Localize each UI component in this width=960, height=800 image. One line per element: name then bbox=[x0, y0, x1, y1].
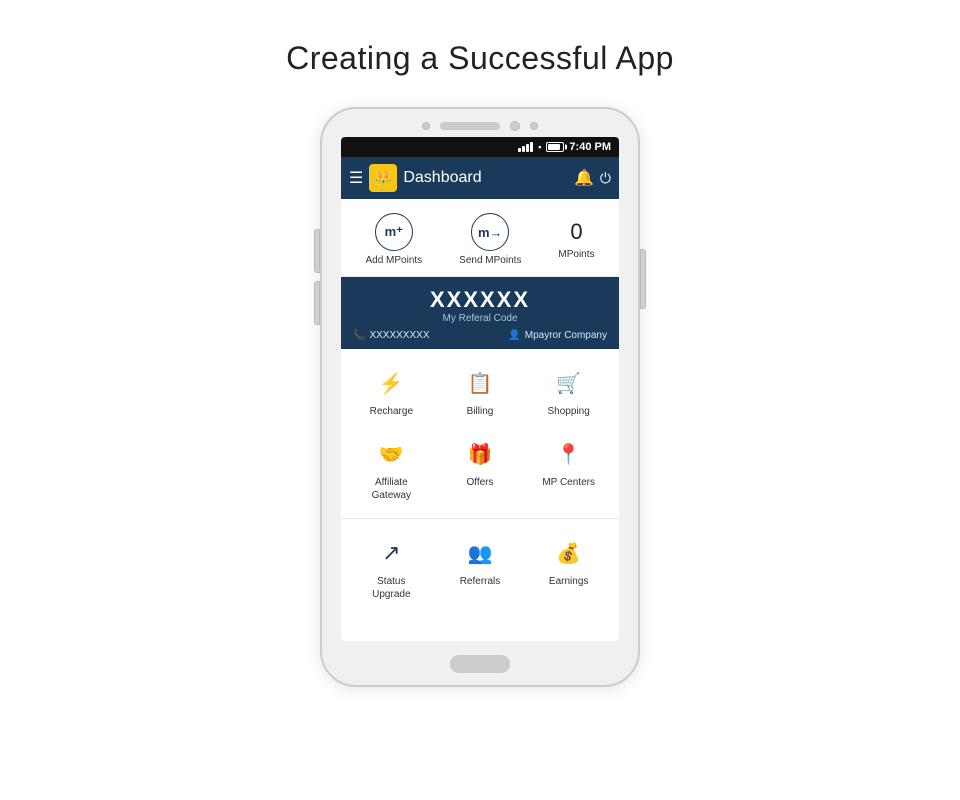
earnings-icon: 💰 bbox=[551, 535, 587, 571]
battery-icon bbox=[546, 142, 564, 152]
front-camera bbox=[510, 121, 520, 131]
recharge-button[interactable]: ⚡ Recharge bbox=[347, 359, 436, 424]
home-button[interactable] bbox=[450, 655, 510, 673]
app-bar: ☰ 👑 Dashboard 🔔 ⏻ bbox=[341, 157, 619, 199]
phone-screen: ▪ 7:40 PM ☰ 👑 Dashboard 🔔 ⏻ m⁺ Add MPoin… bbox=[341, 137, 619, 641]
billing-label: Billing bbox=[467, 405, 494, 418]
offers-button[interactable]: 🎁 Offers bbox=[436, 430, 525, 508]
notification-bell-icon[interactable]: 🔔 bbox=[574, 168, 594, 188]
affiliate-gateway-button[interactable]: 🤝 AffiliateGateway bbox=[347, 430, 436, 508]
mpoints-count-item: 0 MPoints bbox=[558, 219, 594, 260]
shopping-icon: 🛒 bbox=[551, 365, 587, 401]
speaker-grille bbox=[440, 122, 500, 130]
mpoints-section: m⁺ Add MPoints m→ Send MPoints 0 MPoints bbox=[341, 199, 619, 277]
send-mpoints-label: Send MPoints bbox=[459, 255, 521, 266]
referral-phone: 📞 XXXXXXXXX bbox=[353, 330, 429, 341]
mp-centers-button[interactable]: 📍 MP Centers bbox=[524, 430, 613, 508]
signal-icon bbox=[518, 142, 533, 152]
power-icon[interactable]: ⏻ bbox=[600, 170, 611, 187]
phone-top-bar bbox=[322, 109, 638, 137]
offers-label: Offers bbox=[466, 476, 493, 489]
add-mpoints-label: Add MPoints bbox=[365, 255, 422, 266]
earnings-label: Earnings bbox=[549, 575, 588, 588]
hamburger-icon[interactable]: ☰ bbox=[349, 168, 363, 188]
app-bar-title: Dashboard bbox=[403, 169, 568, 187]
referral-sub-label: My Referal Code bbox=[353, 313, 607, 324]
volume-down-button bbox=[314, 281, 320, 325]
mpoints-count-label: MPoints bbox=[558, 249, 594, 260]
menu-grid: ⚡ Recharge 📋 Billing 🛒 Shopping 🤝 Affili… bbox=[341, 349, 619, 519]
status-bar: ▪ 7:40 PM bbox=[341, 137, 619, 157]
send-mpoints-button[interactable]: m→ Send MPoints bbox=[459, 213, 521, 266]
phone-icon: 📞 bbox=[353, 330, 365, 341]
referral-info: 📞 XXXXXXXXX 👤 Mpayror Company bbox=[353, 330, 607, 341]
person-icon: 👤 bbox=[508, 330, 520, 341]
billing-icon: 📋 bbox=[462, 365, 498, 401]
offers-icon: 🎁 bbox=[462, 436, 498, 472]
status-upgrade-button[interactable]: ↗ StatusUpgrade bbox=[347, 529, 436, 607]
billing-button[interactable]: 📋 Billing bbox=[436, 359, 525, 424]
shopping-button[interactable]: 🛒 Shopping bbox=[524, 359, 613, 424]
wifi-icon: ▪ bbox=[538, 142, 541, 152]
mpoints-count: 0 bbox=[570, 219, 582, 245]
send-mpoints-icon: m→ bbox=[471, 213, 509, 251]
speaker-dot bbox=[422, 122, 430, 130]
bottom-grid: ↗ StatusUpgrade 👥 Referrals 💰 Earnings bbox=[341, 519, 619, 617]
referrals-icon: 👥 bbox=[462, 535, 498, 571]
status-time: 7:40 PM bbox=[569, 141, 611, 153]
phone-mockup: ▪ 7:40 PM ☰ 👑 Dashboard 🔔 ⏻ m⁺ Add MPoin… bbox=[320, 107, 640, 687]
power-button bbox=[640, 249, 646, 309]
recharge-icon: ⚡ bbox=[373, 365, 409, 401]
shopping-label: Shopping bbox=[548, 405, 590, 418]
affiliate-gateway-label: AffiliateGateway bbox=[372, 476, 411, 502]
recharge-label: Recharge bbox=[370, 405, 413, 418]
referral-code: XXXXXX bbox=[353, 287, 607, 313]
referrals-button[interactable]: 👥 Referrals bbox=[436, 529, 525, 607]
earnings-button[interactable]: 💰 Earnings bbox=[524, 529, 613, 607]
referral-company: 👤 Mpayror Company bbox=[508, 330, 607, 341]
mp-centers-icon: 📍 bbox=[551, 436, 587, 472]
referral-section: XXXXXX My Referal Code 📞 XXXXXXXXX 👤 Mpa… bbox=[341, 277, 619, 349]
add-mpoints-icon: m⁺ bbox=[375, 213, 413, 251]
affiliate-gateway-icon: 🤝 bbox=[373, 436, 409, 472]
sensor-dot bbox=[530, 122, 538, 130]
mp-centers-label: MP Centers bbox=[542, 476, 595, 489]
status-upgrade-icon: ↗ bbox=[373, 535, 409, 571]
status-upgrade-label: StatusUpgrade bbox=[372, 575, 410, 601]
add-mpoints-button[interactable]: m⁺ Add MPoints bbox=[365, 213, 422, 266]
volume-up-button bbox=[314, 229, 320, 273]
referrals-label: Referrals bbox=[460, 575, 501, 588]
app-logo: 👑 bbox=[369, 164, 397, 192]
page-title: Creating a Successful App bbox=[286, 40, 674, 77]
